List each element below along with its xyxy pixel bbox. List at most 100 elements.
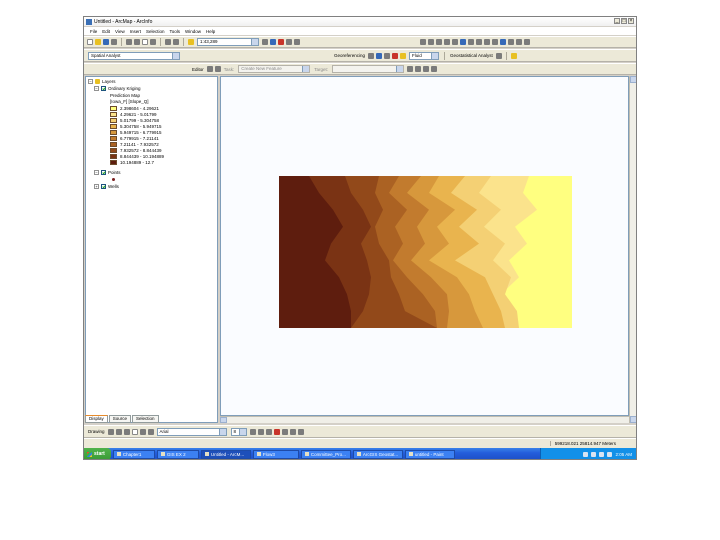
- fixed-zoom-out-icon[interactable]: [444, 39, 450, 45]
- spatial-analyst-menu[interactable]: Spatial Analyst: [88, 51, 180, 60]
- copy-icon[interactable]: [134, 39, 140, 45]
- text-icon[interactable]: [139, 428, 146, 435]
- fixed-zoom-in-icon[interactable]: [436, 39, 442, 45]
- network-icon[interactable]: [583, 451, 589, 457]
- new-icon[interactable]: [87, 39, 93, 45]
- layer-visibility-checkbox[interactable]: [101, 183, 106, 189]
- editor-toolbar-icon[interactable]: [262, 39, 268, 45]
- toc-layer-row[interactable]: − Points: [94, 169, 121, 175]
- arctoolbox-icon[interactable]: [270, 39, 276, 45]
- scroll-down-button[interactable]: [630, 416, 636, 423]
- back-extent-icon[interactable]: [468, 39, 474, 45]
- tab-selection[interactable]: Selection: [132, 415, 159, 423]
- taskbar-item[interactable]: ArcGIS Geostat...: [352, 449, 403, 459]
- scroll-left-button[interactable]: [220, 417, 227, 423]
- georeferencing-menu[interactable]: Georeferencing: [334, 53, 365, 58]
- add-data-icon[interactable]: [188, 39, 194, 45]
- select-features-icon[interactable]: [484, 39, 490, 45]
- edit-tool-icon[interactable]: [206, 66, 213, 72]
- toc-layer-row[interactable]: + Wells: [94, 183, 119, 189]
- taskbar-item[interactable]: Committee_Pro...: [300, 449, 351, 459]
- drawing-menu[interactable]: Drawing: [88, 429, 105, 434]
- zoom-out-icon[interactable]: [428, 39, 434, 45]
- forward-extent-icon[interactable]: [476, 39, 482, 45]
- scroll-up-button[interactable]: [630, 76, 636, 83]
- layer-visibility-checkbox[interactable]: [101, 85, 106, 91]
- menu-file[interactable]: File: [90, 29, 97, 34]
- marker-color-icon[interactable]: [297, 428, 304, 435]
- print-icon[interactable]: [111, 39, 117, 45]
- geostat-dropdown-arrow-icon[interactable]: [495, 52, 502, 59]
- collapse-icon[interactable]: −: [94, 85, 99, 91]
- close-button[interactable]: ×: [628, 18, 634, 24]
- tab-display[interactable]: Display: [85, 415, 108, 423]
- taskbar-item[interactable]: GIS EX 2: [156, 449, 199, 459]
- redo-icon[interactable]: [173, 39, 179, 45]
- undo-icon[interactable]: [165, 39, 171, 45]
- rotate-tool-icon[interactable]: [415, 66, 422, 72]
- taskbar-item[interactable]: untitled - Paint: [404, 449, 455, 459]
- horizontal-scrollbar[interactable]: [220, 416, 629, 423]
- collapse-icon[interactable]: −: [88, 78, 93, 84]
- menu-tools[interactable]: Tools: [170, 29, 181, 34]
- start-button[interactable]: start: [84, 448, 111, 459]
- editor-menu[interactable]: Editor: [192, 67, 204, 72]
- taskbar-item[interactable]: Flow3: [252, 449, 299, 459]
- hyperlink-icon[interactable]: [524, 39, 530, 45]
- arccatalog-icon[interactable]: [278, 39, 284, 45]
- find-icon[interactable]: [508, 39, 514, 45]
- toc-layer-row[interactable]: − Ordinary Kriging: [94, 85, 141, 91]
- map-view[interactable]: [220, 76, 629, 416]
- fill-color-icon[interactable]: [281, 428, 288, 435]
- toc-root-row[interactable]: − Layers: [88, 78, 116, 84]
- underline-icon[interactable]: [265, 428, 272, 435]
- paste-icon[interactable]: [142, 39, 148, 45]
- target-dropdown[interactable]: [332, 65, 405, 73]
- rectangle-icon[interactable]: [131, 428, 138, 435]
- font-dropdown[interactable]: Arial: [156, 427, 227, 436]
- attributes-icon[interactable]: [423, 66, 430, 72]
- tab-source[interactable]: Source: [108, 415, 132, 423]
- select-elements-icon[interactable]: [492, 39, 498, 45]
- save-icon[interactable]: [103, 39, 109, 45]
- menu-help[interactable]: Help: [206, 29, 215, 34]
- legend-class-row[interactable]: 10.194889 - 12.7: [110, 159, 154, 165]
- expand-icon[interactable]: +: [94, 183, 99, 189]
- georef-table-icon[interactable]: [400, 52, 407, 59]
- full-extent-icon[interactable]: [460, 39, 466, 45]
- georef-link-icon[interactable]: [392, 52, 399, 59]
- antivirus-icon[interactable]: [599, 451, 605, 457]
- menu-view[interactable]: View: [115, 29, 125, 34]
- rotate-icon[interactable]: [115, 428, 122, 435]
- open-icon[interactable]: [95, 39, 101, 45]
- edit-vertices-icon[interactable]: [147, 428, 154, 435]
- maximize-button[interactable]: □: [621, 18, 627, 24]
- split-tool-icon[interactable]: [407, 66, 414, 72]
- select-elements-icon[interactable]: [107, 428, 114, 435]
- pan-icon[interactable]: [452, 39, 458, 45]
- georef-layer-dropdown[interactable]: Fluid: [409, 51, 440, 60]
- cut-icon[interactable]: [126, 39, 132, 45]
- font-size-dropdown[interactable]: 8: [230, 427, 247, 436]
- map-scale-dropdown[interactable]: 1:43,289: [197, 38, 259, 46]
- task-dropdown[interactable]: Create New Feature: [238, 65, 311, 73]
- taskbar-item-active[interactable]: Untitled - ArcM...: [200, 449, 251, 459]
- volume-icon[interactable]: [591, 451, 597, 457]
- whats-this-icon[interactable]: [294, 39, 300, 45]
- geostat-layer-icon[interactable]: [510, 52, 517, 59]
- italic-icon[interactable]: [257, 428, 264, 435]
- zoom-in-icon[interactable]: [420, 39, 426, 45]
- minimize-button[interactable]: _: [614, 18, 620, 24]
- identify-icon[interactable]: [500, 39, 506, 45]
- menu-selection[interactable]: Selection: [146, 29, 165, 34]
- layer-visibility-checkbox[interactable]: [101, 169, 106, 175]
- layer-dropdown-arrow-icon[interactable]: [368, 52, 375, 59]
- vertical-scrollbar[interactable]: [629, 76, 636, 423]
- security-icon[interactable]: [607, 451, 613, 457]
- menu-window[interactable]: Window: [185, 29, 201, 34]
- font-color-icon[interactable]: [273, 428, 280, 435]
- menu-edit[interactable]: Edit: [102, 29, 110, 34]
- measure-icon[interactable]: [516, 39, 522, 45]
- geostatistical-analyst-menu[interactable]: Geostatistical Analyst: [450, 53, 493, 58]
- zoom-whole-page-icon[interactable]: [123, 428, 130, 435]
